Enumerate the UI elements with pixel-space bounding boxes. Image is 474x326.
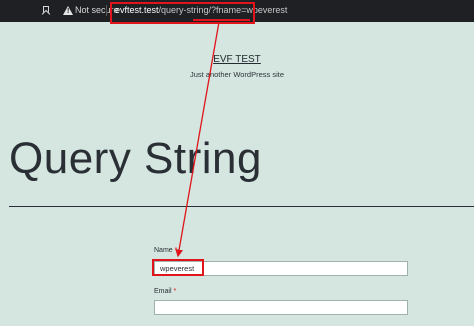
annotation-arrow	[175, 21, 220, 258]
